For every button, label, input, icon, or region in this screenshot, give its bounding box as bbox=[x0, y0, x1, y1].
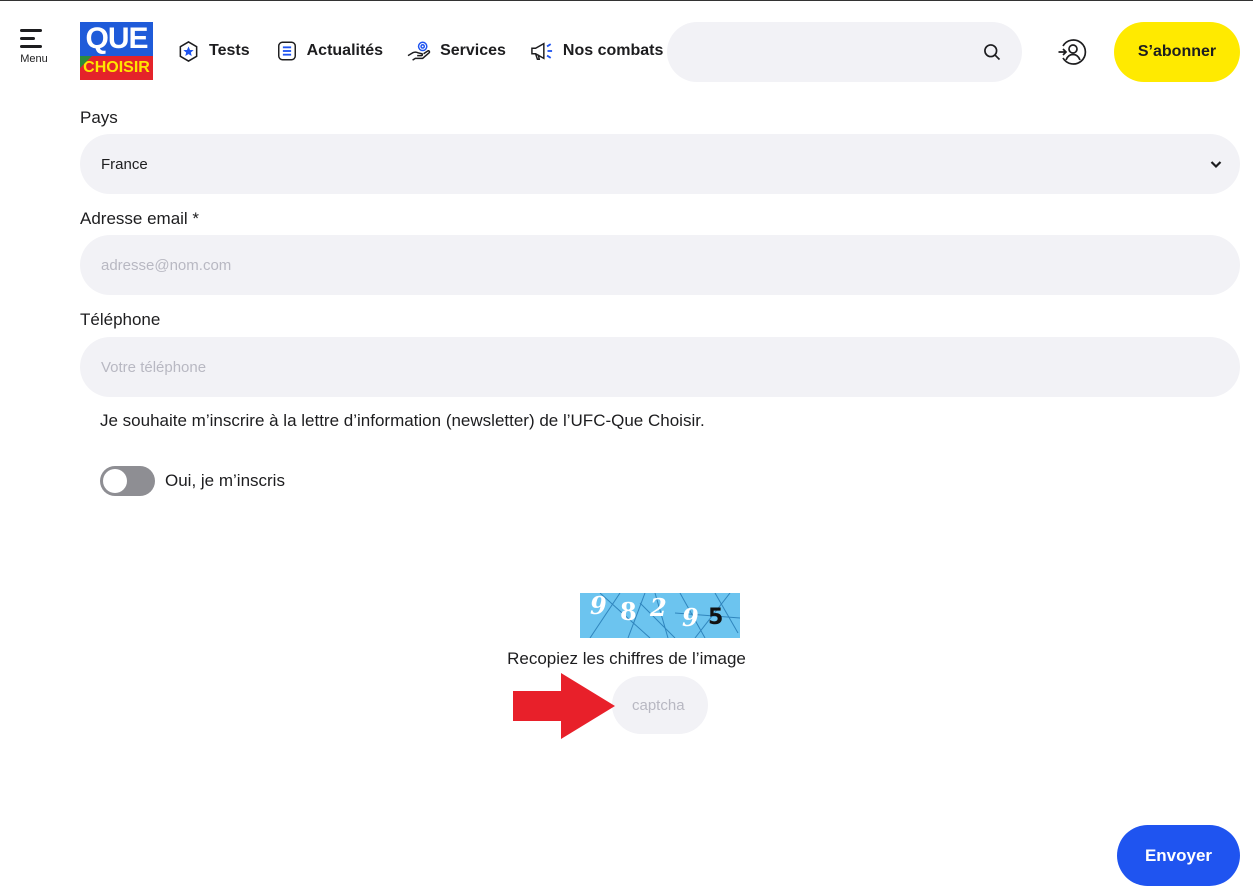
email-label: Adresse email * bbox=[80, 209, 200, 228]
captcha-digit: 5 bbox=[708, 605, 724, 630]
captcha-digit: 9 bbox=[682, 603, 699, 632]
email-field[interactable] bbox=[80, 235, 1240, 295]
account-login-button[interactable] bbox=[1057, 37, 1087, 72]
captcha-input[interactable] bbox=[612, 676, 708, 734]
hamburger-icon bbox=[14, 29, 54, 48]
search-bar[interactable] bbox=[667, 22, 1022, 82]
newsletter-toggle-row: Oui, je m’inscris bbox=[100, 466, 285, 496]
que-choisir-logo[interactable]: QUE CHOISIR bbox=[80, 22, 153, 80]
search-icon[interactable] bbox=[982, 42, 1002, 62]
menu-label: Menu bbox=[20, 53, 48, 65]
megaphone-icon bbox=[531, 42, 553, 60]
user-login-icon bbox=[1058, 39, 1087, 65]
captcha-digit: 2 bbox=[650, 593, 667, 622]
nav-item-tests[interactable]: Tests bbox=[177, 37, 250, 65]
helping-hand-icon bbox=[407, 41, 431, 61]
chevron-down-icon bbox=[1210, 161, 1222, 169]
phone-field[interactable] bbox=[80, 337, 1240, 397]
captcha-digit: 9 bbox=[590, 593, 607, 620]
newsletter-text: Je souhaite m’inscrire à la lettre d’inf… bbox=[100, 411, 705, 430]
main-nav: Tests Actualités Services Nos combats bbox=[177, 37, 663, 65]
captcha-caption: Recopiez les chiffres de l’image bbox=[507, 649, 746, 668]
red-arrow-annotation bbox=[513, 673, 615, 739]
subscribe-button[interactable]: S’abonner bbox=[1114, 22, 1240, 82]
captcha-image: 9 8 2 9 5 bbox=[580, 593, 740, 638]
phone-label: Téléphone bbox=[80, 310, 161, 329]
nav-item-actualites[interactable]: Actualités bbox=[276, 37, 383, 65]
newsletter-toggle[interactable] bbox=[100, 466, 155, 496]
send-button[interactable]: Envoyer bbox=[1117, 825, 1240, 886]
captcha-digit: 8 bbox=[620, 597, 637, 626]
country-label: Pays bbox=[80, 108, 118, 127]
nav-item-nos-combats[interactable]: Nos combats bbox=[530, 37, 663, 65]
country-select[interactable]: France bbox=[80, 134, 1240, 194]
star-badge-icon bbox=[179, 40, 198, 62]
newsletter-toggle-label: Oui, je m’inscris bbox=[165, 471, 285, 490]
nav-item-services[interactable]: Services bbox=[407, 37, 506, 65]
country-selected-value: France bbox=[101, 155, 148, 173]
news-list-icon bbox=[277, 41, 296, 61]
menu-button[interactable]: Menu bbox=[14, 29, 54, 65]
